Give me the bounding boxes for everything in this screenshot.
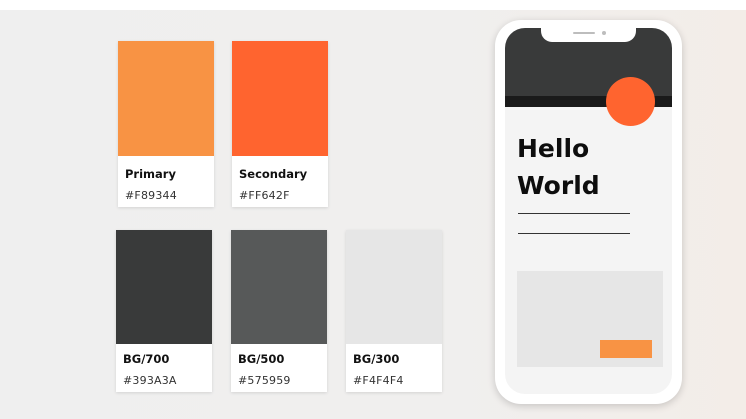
swatch-primary: Primary #F89344 [118, 41, 214, 207]
swatch-hex: #393A3A [123, 374, 177, 387]
phone-screen: Hello World [505, 28, 672, 394]
phone-mockup: Hello World [495, 20, 682, 404]
swatch-hex: #F89344 [125, 189, 177, 202]
camera-icon [602, 31, 606, 35]
title-line-1: Hello [517, 134, 590, 163]
swatch-color-chip [231, 230, 327, 344]
swatch-name: BG/300 [353, 352, 400, 366]
action-button[interactable] [600, 340, 652, 358]
swatch-color-chip [232, 41, 328, 156]
swatch-hex: #F4F4F4 [353, 374, 404, 387]
text-placeholder-line [518, 213, 630, 214]
avatar[interactable] [606, 77, 655, 126]
phone-notch [541, 28, 636, 42]
page-title: Hello World [517, 130, 667, 204]
swatch-bg-700: BG/700 #393A3A [116, 230, 212, 392]
swatch-name: Primary [125, 167, 176, 181]
swatch-secondary: Secondary #FF642F [232, 41, 328, 207]
swatch-name: BG/500 [238, 352, 285, 366]
swatch-name: BG/700 [123, 352, 170, 366]
title-line-2: World [517, 171, 600, 200]
swatch-hex: #FF642F [239, 189, 290, 202]
swatch-color-chip [118, 41, 214, 156]
swatch-name: Secondary [239, 167, 308, 181]
speaker-icon [573, 32, 595, 34]
swatch-color-chip [116, 230, 212, 344]
swatch-bg-300: BG/300 #F4F4F4 [346, 230, 442, 392]
text-placeholder-line [518, 233, 630, 234]
swatch-hex: #575959 [238, 374, 291, 387]
swatch-color-chip [346, 230, 442, 344]
swatch-bg-500: BG/500 #575959 [231, 230, 327, 392]
